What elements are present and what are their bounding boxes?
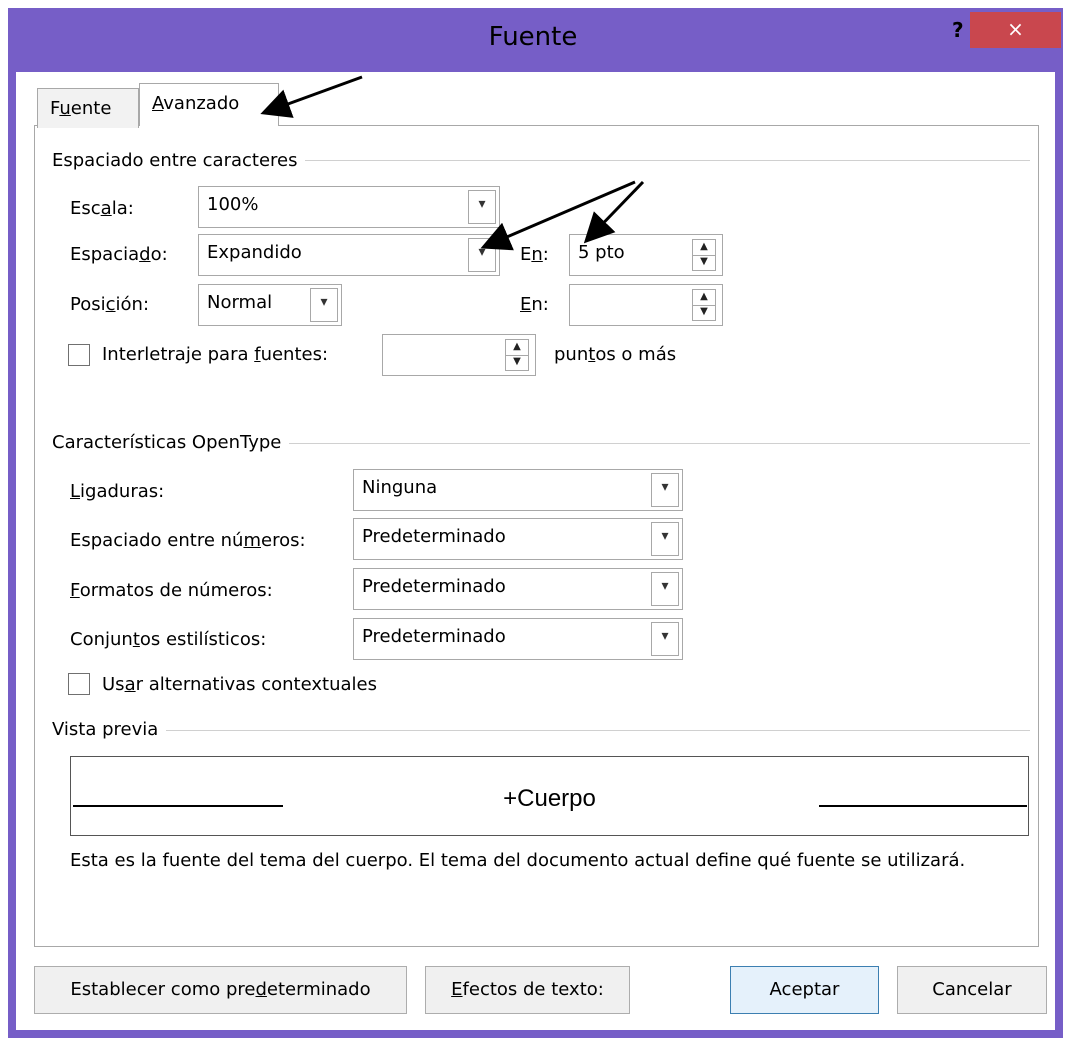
- annotation-arrows: [260, 75, 645, 251]
- annotation-arrow: [260, 75, 363, 118]
